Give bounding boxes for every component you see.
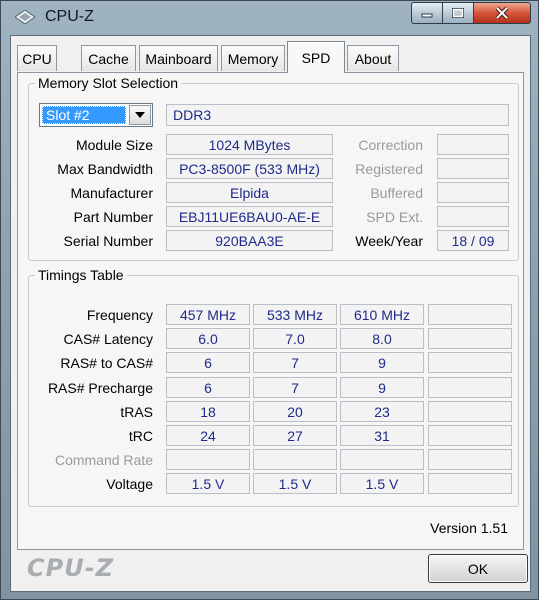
- serial-number-label: Serial Number: [63, 233, 153, 249]
- timing-cell: 533 MHz: [253, 304, 337, 325]
- tab-spd[interactable]: SPD: [287, 41, 345, 73]
- module-size-value: 1024 MBytes: [166, 134, 333, 155]
- timing-cell: 9: [340, 377, 424, 398]
- registered-value: [437, 158, 509, 179]
- max-bandwidth-value: PC3-8500F (533 MHz): [166, 158, 333, 179]
- week-year-value: 18 / 09: [437, 230, 509, 251]
- ok-button[interactable]: OK: [428, 554, 528, 583]
- timing-cell: [428, 425, 512, 446]
- timing-cell: 7: [253, 377, 337, 398]
- timing-cell: 457 MHz: [166, 304, 250, 325]
- timing-cell: 20: [253, 401, 337, 422]
- timing-cell: 610 MHz: [340, 304, 424, 325]
- timing-cell: [428, 449, 512, 470]
- registered-label: Registered: [355, 161, 423, 177]
- buffered-label: Buffered: [370, 185, 423, 201]
- timing-cell: 27: [253, 425, 337, 446]
- tab-cache[interactable]: Cache: [81, 45, 136, 71]
- slot-select-arrow[interactable]: [129, 105, 151, 125]
- timing-label: RAS# to CAS#: [60, 355, 153, 371]
- slot-select-value: Slot #2: [42, 106, 126, 124]
- title-bar[interactable]: CPU-Z: [1, 1, 539, 35]
- tab-mainboard[interactable]: Mainboard: [139, 45, 218, 71]
- memory-type-field: DDR3: [166, 104, 509, 126]
- correction-value: [437, 134, 509, 155]
- timing-cell: 8.0: [340, 328, 424, 349]
- buffered-value: [437, 182, 509, 203]
- timing-cell: 9: [340, 352, 424, 373]
- window-frame: CPU-Z CPU Cache Mainboard Memory SPD Abo…: [0, 0, 539, 600]
- week-year-label: Week/Year: [355, 233, 423, 249]
- timing-label: Command Rate: [54, 452, 153, 468]
- spd-ext-value: [437, 206, 509, 227]
- timing-cell: [428, 377, 512, 398]
- version-label: Version 1.51: [430, 520, 508, 536]
- timing-label: Voltage: [106, 476, 153, 492]
- timing-cell: [428, 401, 512, 422]
- timing-cell: 6: [166, 352, 250, 373]
- cpu-z-app-icon: [15, 10, 35, 24]
- maximize-icon: [452, 8, 464, 18]
- slot-select[interactable]: Slot #2: [39, 103, 153, 127]
- timing-cell: 7: [253, 352, 337, 373]
- timings-table-legend: Timings Table: [38, 267, 124, 283]
- timing-cell: [428, 473, 512, 494]
- timing-cell: 1.5 V: [253, 473, 337, 494]
- tab-cpu[interactable]: CPU: [17, 45, 57, 71]
- memory-slot-selection-legend: Memory Slot Selection: [38, 75, 179, 91]
- tab-about[interactable]: About: [347, 45, 399, 71]
- timing-cell: 18: [166, 401, 250, 422]
- timing-label: tRAS: [120, 404, 153, 420]
- serial-number-value: 920BAA3E: [166, 230, 333, 251]
- timing-cell: [428, 328, 512, 349]
- part-number-label: Part Number: [73, 209, 153, 225]
- timing-cell: [428, 304, 512, 325]
- timing-cell: [428, 352, 512, 373]
- timing-label: tRC: [128, 428, 153, 444]
- correction-label: Correction: [358, 137, 423, 153]
- chevron-down-icon: [135, 112, 145, 118]
- timing-cell: 24: [166, 425, 250, 446]
- timing-cell: 1.5 V: [166, 473, 250, 494]
- manufacturer-value: Elpida: [166, 182, 333, 203]
- tab-memory[interactable]: Memory: [221, 45, 285, 71]
- timing-cell: [253, 449, 337, 470]
- timing-cell: [166, 449, 250, 470]
- module-size-label: Module Size: [75, 137, 153, 153]
- timing-label: RAS# Precharge: [47, 380, 153, 396]
- timing-cell: 7.0: [253, 328, 337, 349]
- manufacturer-label: Manufacturer: [70, 185, 153, 201]
- max-bandwidth-label: Max Bandwidth: [57, 161, 153, 177]
- timing-cell: 6: [166, 377, 250, 398]
- cpu-z-logo: CPU-Z: [27, 554, 115, 582]
- timing-label: Frequency: [86, 307, 153, 323]
- window-title: CPU-Z: [45, 8, 94, 25]
- timing-cell: 1.5 V: [340, 473, 424, 494]
- close-button[interactable]: [473, 2, 531, 24]
- minimize-icon: [421, 13, 433, 18]
- part-number-value: EBJ11UE6BAU0-AE-E: [166, 206, 333, 227]
- minimize-button[interactable]: [411, 2, 443, 24]
- timing-cell: 23: [340, 401, 424, 422]
- maximize-button[interactable]: [442, 2, 474, 24]
- close-icon: [495, 6, 509, 20]
- timing-cell: [340, 449, 424, 470]
- spd-ext-label: SPD Ext.: [366, 209, 423, 225]
- timing-cell: 6.0: [166, 328, 250, 349]
- timing-label: CAS# Latency: [63, 331, 154, 347]
- timing-cell: 31: [340, 425, 424, 446]
